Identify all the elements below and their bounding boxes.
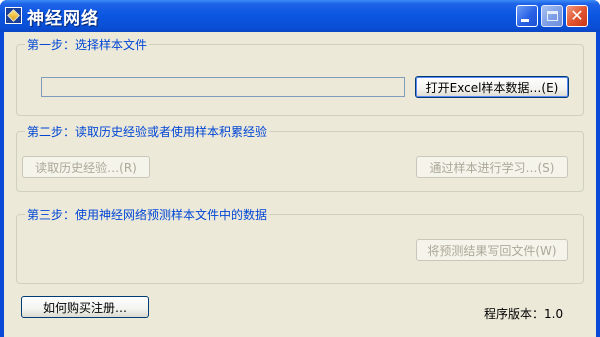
step3-label: 第三步：使用神经网络预测样本文件中的数据 <box>25 206 270 223</box>
register-button[interactable]: 如何购买注册… <box>21 296 149 318</box>
app-icon[interactable] <box>5 7 22 24</box>
write-results-button[interactable]: 将预测结果写回文件(W) <box>416 239 568 261</box>
minimize-icon <box>521 19 529 22</box>
step2-group: 第二步：读取历史经验或者使用样本积累经验 读取历史经验…(R) 通过样本进行学习… <box>16 123 584 192</box>
maximize-icon <box>546 11 558 21</box>
step1-group: 第一步：选择样本文件 打开Excel样本数据…(E) <box>16 36 584 116</box>
open-excel-button[interactable]: 打开Excel样本数据…(E) <box>415 76 569 98</box>
close-icon: ✕ <box>570 6 584 25</box>
maximize-button[interactable] <box>541 5 563 27</box>
step1-label: 第一步：选择样本文件 <box>25 36 150 53</box>
title-bar[interactable]: 神经网络 ✕ <box>0 0 600 32</box>
step2-label: 第二步：读取历史经验或者使用样本积累经验 <box>25 123 270 140</box>
close-button[interactable]: ✕ <box>566 5 588 27</box>
version-label: 程序版本：1.0 <box>484 307 564 321</box>
learn-from-samples-button[interactable]: 通过样本进行学习…(S) <box>416 156 568 178</box>
main-window: 神经网络 ✕ 第一步：选择样本文件 打开Excel样本数据…(E) 第二步：读取… <box>0 0 600 337</box>
read-history-button[interactable]: 读取历史经验…(R) <box>22 156 150 178</box>
step3-group: 第三步：使用神经网络预测样本文件中的数据 将预测结果写回文件(W) <box>16 206 584 284</box>
window-title: 神经网络 <box>27 9 99 29</box>
client-area: 第一步：选择样本文件 打开Excel样本数据…(E) 第二步：读取历史经验或者使… <box>4 32 596 337</box>
minimize-button[interactable] <box>516 5 538 27</box>
file-path-input[interactable] <box>41 77 405 97</box>
